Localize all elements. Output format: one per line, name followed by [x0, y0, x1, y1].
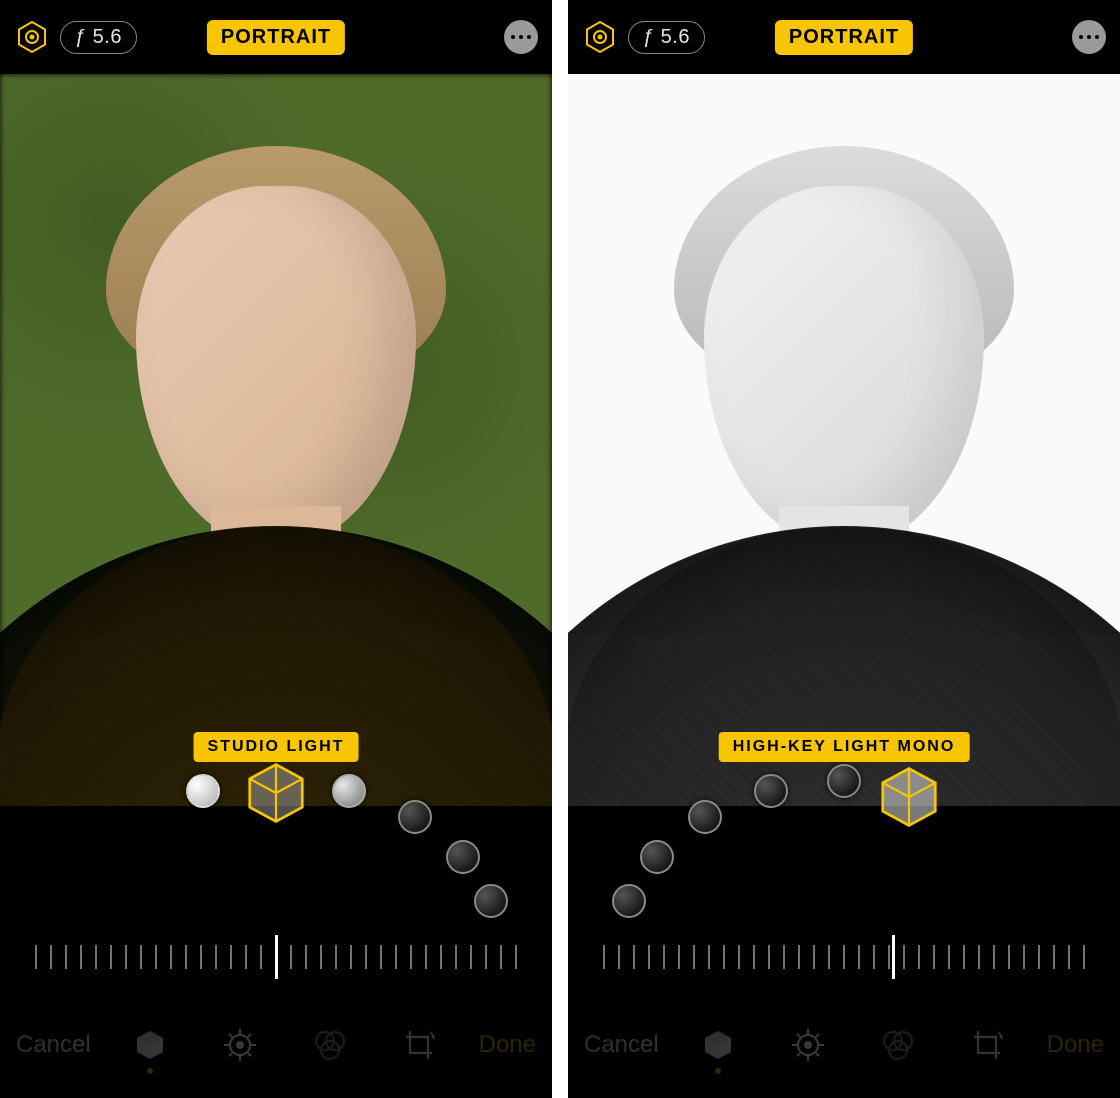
lighting-option-stage[interactable] — [754, 774, 788, 808]
active-tab-dot — [147, 1068, 153, 1074]
photo-editor-portrait: ƒ 5.6 PORTRAIT STUDIO LIGHT C — [0, 0, 552, 1098]
lighting-option-natural[interactable] — [186, 774, 220, 808]
lighting-tab[interactable] — [129, 1016, 171, 1074]
mode-badge[interactable]: PORTRAIT — [775, 20, 913, 55]
adjust-tab[interactable] — [219, 1016, 261, 1074]
lighting-option-contour[interactable] — [688, 800, 722, 834]
lighting-option-stage-mono[interactable] — [827, 764, 861, 798]
active-tab-dot — [715, 1068, 721, 1074]
top-bar: ƒ 5.6 PORTRAIT — [0, 0, 552, 74]
lighting-tab[interactable] — [697, 1016, 739, 1074]
photo-canvas: STUDIO LIGHT — [0, 74, 552, 806]
filters-tab[interactable] — [309, 1016, 351, 1074]
fstop-pill[interactable]: ƒ 5.6 — [628, 21, 705, 54]
slider-marker[interactable] — [892, 935, 895, 979]
photo-canvas: HIGH-KEY LIGHT MONO — [568, 74, 1120, 806]
top-bar: ƒ 5.6 PORTRAIT — [568, 0, 1120, 74]
photo-editor-portrait-mono: ƒ 5.6 PORTRAIT HIGH-KEY LIGHT MONO — [568, 0, 1120, 1098]
filters-tab[interactable] — [877, 1016, 919, 1074]
portrait-hex-icon[interactable] — [14, 19, 50, 55]
slider-marker[interactable] — [275, 935, 278, 979]
lighting-cube-icon[interactable] — [241, 758, 311, 828]
lighting-option-studio[interactable] — [640, 840, 674, 874]
lighting-effect-label: HIGH-KEY LIGHT MONO — [719, 732, 970, 762]
adjust-tab[interactable] — [787, 1016, 829, 1074]
photo-background — [568, 74, 1120, 806]
more-icon[interactable] — [1072, 20, 1106, 54]
lighting-option-stage[interactable] — [398, 800, 432, 834]
lighting-option-contour[interactable] — [332, 774, 366, 808]
lighting-option-natural[interactable] — [612, 884, 646, 918]
photo-background — [0, 74, 552, 806]
lighting-wheel[interactable] — [0, 806, 552, 922]
crop-tab[interactable] — [399, 1016, 441, 1074]
lighting-option-highkey-mono[interactable] — [474, 884, 508, 918]
lighting-cube-icon[interactable] — [874, 762, 944, 832]
bottom-toolbar: Cancel Done — [568, 992, 1120, 1098]
cancel-button[interactable]: Cancel — [16, 1031, 91, 1059]
intensity-slider[interactable] — [0, 922, 552, 992]
lighting-option-stage-mono[interactable] — [446, 840, 480, 874]
done-button[interactable]: Done — [479, 1031, 536, 1059]
mode-badge[interactable]: PORTRAIT — [207, 20, 345, 55]
bottom-toolbar: Cancel Done — [0, 992, 552, 1098]
crop-tab[interactable] — [967, 1016, 1009, 1074]
more-icon[interactable] — [504, 20, 538, 54]
portrait-hex-icon[interactable] — [582, 19, 618, 55]
lighting-effect-label: STUDIO LIGHT — [194, 732, 359, 762]
fstop-pill[interactable]: ƒ 5.6 — [60, 21, 137, 54]
intensity-slider[interactable] — [568, 922, 1120, 992]
lighting-wheel[interactable] — [568, 806, 1120, 922]
done-button[interactable]: Done — [1047, 1031, 1104, 1059]
slider-ticks — [603, 945, 1085, 969]
cancel-button[interactable]: Cancel — [584, 1031, 659, 1059]
